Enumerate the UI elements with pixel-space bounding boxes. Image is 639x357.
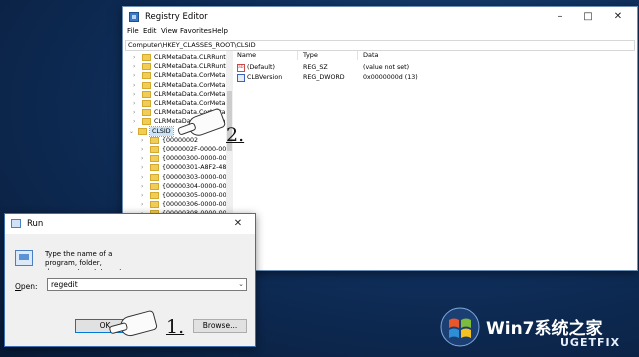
- value-type: REG_SZ: [303, 64, 328, 71]
- folder-icon: [142, 81, 151, 89]
- menu-edit[interactable]: Edit: [143, 27, 157, 35]
- expand-arrow-icon[interactable]: ›: [133, 108, 139, 117]
- menu-view[interactable]: View: [161, 27, 178, 35]
- expand-arrow-icon[interactable]: ›: [141, 173, 147, 182]
- string-value-icon: [237, 63, 245, 73]
- folder-icon: [142, 90, 151, 98]
- column-header-type[interactable]: Type: [303, 51, 318, 59]
- step-1-label: 1.: [166, 316, 185, 338]
- expand-arrow-icon[interactable]: ›: [141, 191, 147, 200]
- expand-arrow-icon[interactable]: ›: [141, 200, 147, 209]
- folder-icon: [142, 54, 151, 61]
- tree-item-label: {00000305-0000-0000-C: [162, 192, 231, 199]
- folder-icon: [150, 192, 159, 199]
- tree-item-label: CLRMetaData.CLRRuntimeI: [154, 63, 232, 71]
- folder-icon: [150, 173, 159, 181]
- expand-arrow-icon[interactable]: ›: [141, 136, 147, 145]
- tree-item-label: {00000300-0000-0000-C: [162, 155, 231, 163]
- run-title: Run: [27, 219, 44, 229]
- dword-value-icon: [237, 74, 245, 82]
- column-divider[interactable]: [357, 51, 358, 60]
- tree-item-label: CLRMetaData.CLRRuntimeI: [154, 54, 232, 61]
- open-label: Open:: [15, 282, 38, 291]
- folder-icon: [138, 127, 147, 135]
- expand-arrow-icon[interactable]: ›: [133, 99, 139, 108]
- run-titlebar[interactable]: Run ✕: [5, 214, 255, 234]
- value-name: CLBVersion: [247, 74, 283, 81]
- minimize-button[interactable]: –: [547, 9, 573, 25]
- folder-icon: [150, 201, 159, 209]
- expand-arrow-icon[interactable]: ›: [133, 90, 139, 99]
- value-type: REG_DWORD: [303, 74, 345, 81]
- expand-arrow-icon[interactable]: ›: [141, 154, 147, 163]
- folder-icon: [150, 164, 159, 172]
- maximize-button[interactable]: □: [575, 9, 601, 25]
- tree-item-label: {00000303-0000-0000-C: [162, 173, 231, 181]
- value-row[interactable]: (Default) REG_SZ (value not set): [237, 63, 537, 73]
- menu-favorites[interactable]: Favorites: [180, 27, 212, 35]
- tree-item-label: {0000002F-0000-0000-C: [162, 146, 231, 153]
- values-pane: Name Type Data (Default) REG_SZ (value n…: [237, 51, 635, 268]
- registry-editor-app-icon: [129, 12, 139, 22]
- expand-arrow-icon[interactable]: ›: [133, 117, 139, 126]
- folder-icon: [150, 136, 159, 144]
- chevron-down-icon[interactable]: ⌄: [238, 279, 244, 290]
- folder-icon: [142, 118, 151, 126]
- folder-icon: [142, 63, 151, 71]
- folder-icon: [150, 146, 159, 153]
- value-data: 0x0000000d (13): [363, 74, 418, 81]
- column-header-name[interactable]: Name: [237, 51, 256, 59]
- registry-editor-title: Registry Editor: [145, 12, 208, 22]
- tree-item-label: CLSID: [149, 125, 174, 137]
- tree-item-label: CLRMetaData.CorMetaData: [154, 100, 232, 107]
- folder-icon: [142, 100, 151, 107]
- open-label-text: pen:: [20, 282, 38, 291]
- tree-item-label: CLRMetaData.CorMetaData: [154, 72, 232, 80]
- column-divider[interactable]: [297, 51, 298, 60]
- value-row[interactable]: CLBVersion REG_DWORD 0x0000000d (13): [237, 73, 537, 83]
- run-app-icon: [11, 219, 21, 228]
- windows-logo-icon: [440, 307, 480, 347]
- run-open-input[interactable]: regedit ⌄: [47, 278, 247, 291]
- expand-arrow-icon[interactable]: ›: [133, 62, 139, 71]
- expand-arrow-icon[interactable]: ⌄: [129, 127, 135, 136]
- tree-item-label: {00000304-0000-0000-C: [162, 182, 231, 190]
- tree-item-label: CLRMetaData.CorMetaData: [154, 81, 232, 89]
- registry-editor-titlebar[interactable]: Registry Editor – □ ✕: [123, 7, 637, 27]
- browse-button[interactable]: Browse...: [193, 319, 247, 333]
- folder-icon: [150, 155, 159, 163]
- expand-arrow-icon[interactable]: ›: [133, 71, 139, 80]
- folder-icon: [142, 109, 151, 117]
- column-header-data[interactable]: Data: [363, 51, 379, 59]
- run-description: Type the name of a program, folder, docu…: [45, 250, 122, 270]
- expand-arrow-icon[interactable]: ›: [133, 53, 139, 62]
- watermark-site: UGETFIX: [560, 336, 621, 349]
- tree-item-label: {00000002: [162, 136, 199, 144]
- run-input-value: regedit: [51, 280, 78, 289]
- expand-arrow-icon[interactable]: ›: [141, 145, 147, 154]
- tree-item-label: {00000301-A8F2-4877-B: [162, 164, 231, 172]
- step-2-label: 2.: [226, 124, 245, 146]
- folder-icon: [150, 182, 159, 190]
- close-button[interactable]: ✕: [605, 9, 631, 25]
- expand-arrow-icon[interactable]: ›: [141, 182, 147, 191]
- tree-item-label: CLRMetaData.CorMetaData: [154, 90, 232, 98]
- value-data: (value not set): [363, 64, 410, 71]
- menu-bar: File Edit View Favorites Help: [123, 27, 637, 39]
- address-bar[interactable]: Computer\HKEY_CLASSES_ROOT\CLSID: [125, 40, 635, 51]
- tree-item-label: {00000306-0000-0000-C: [162, 201, 231, 209]
- expand-arrow-icon[interactable]: ›: [133, 81, 139, 90]
- value-name: (Default): [247, 64, 275, 71]
- run-close-button[interactable]: ✕: [225, 216, 251, 232]
- folder-icon: [142, 72, 151, 80]
- menu-file[interactable]: File: [127, 27, 139, 35]
- expand-arrow-icon[interactable]: ›: [141, 163, 147, 172]
- menu-help[interactable]: Help: [212, 27, 228, 35]
- run-program-icon: [15, 250, 33, 266]
